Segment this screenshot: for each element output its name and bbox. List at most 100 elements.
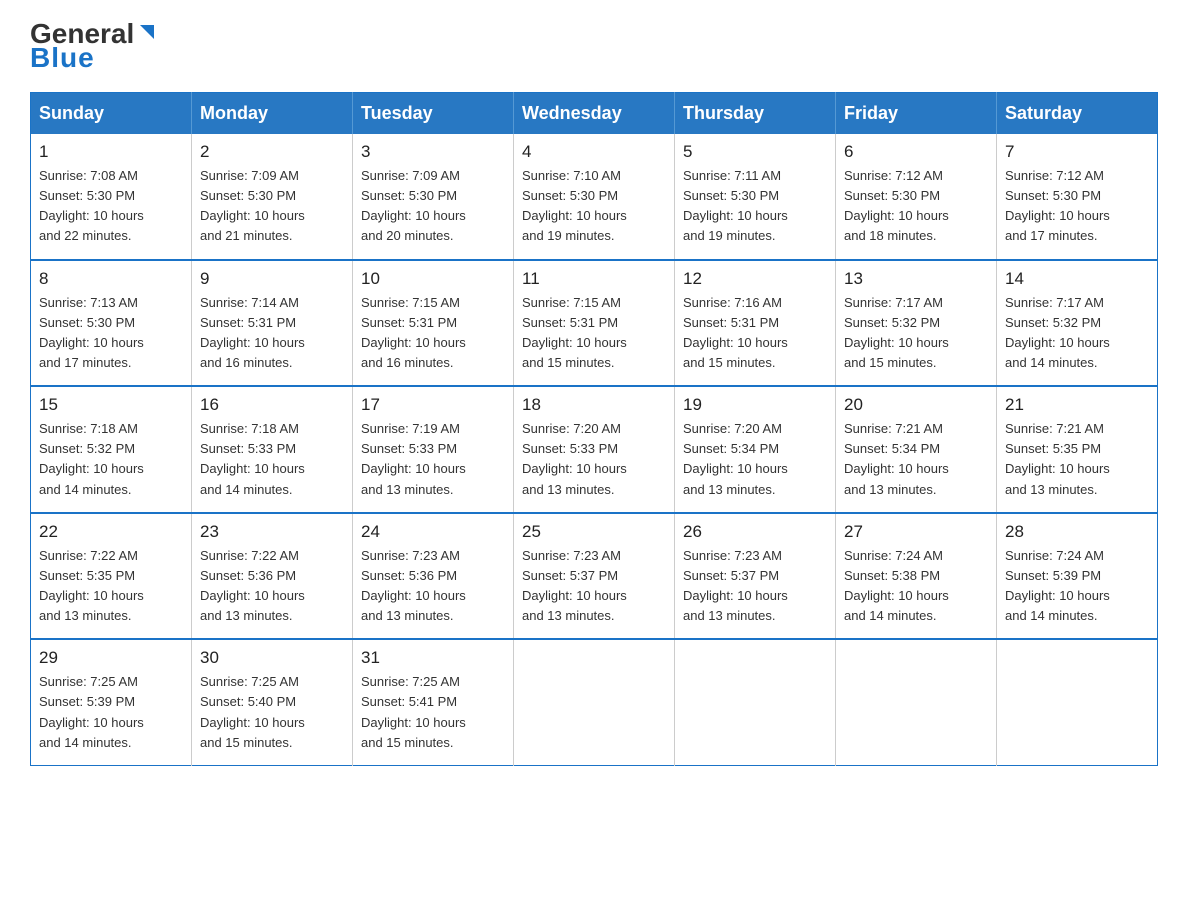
calendar-cell: 15 Sunrise: 7:18 AMSunset: 5:32 PMDayligh… xyxy=(31,386,192,513)
day-info: Sunrise: 7:09 AMSunset: 5:30 PMDaylight:… xyxy=(200,166,344,247)
day-number: 1 xyxy=(39,142,183,162)
day-info: Sunrise: 7:23 AMSunset: 5:37 PMDaylight:… xyxy=(683,546,827,627)
calendar-cell: 11 Sunrise: 7:15 AMSunset: 5:31 PMDayligh… xyxy=(514,260,675,387)
day-number: 9 xyxy=(200,269,344,289)
calendar-cell: 23Sunrise: 7:22 AMSunset: 5:36 PMDayligh… xyxy=(192,513,353,640)
calendar-cell: 19 Sunrise: 7:20 AMSunset: 5:34 PMDayligh… xyxy=(675,386,836,513)
day-number: 13 xyxy=(844,269,988,289)
calendar-cell: 6Sunrise: 7:12 AMSunset: 5:30 PMDaylight… xyxy=(836,134,997,260)
calendar-cell: 7 Sunrise: 7:12 AMSunset: 5:30 PMDaylight… xyxy=(997,134,1158,260)
day-number: 21 xyxy=(1005,395,1149,415)
page-header: General Blue xyxy=(30,20,1158,74)
calendar-header-row: SundayMondayTuesdayWednesdayThursdayFrid… xyxy=(31,93,1158,135)
day-number: 27 xyxy=(844,522,988,542)
day-info: Sunrise: 7:08 AMSunset: 5:30 PMDaylight:… xyxy=(39,166,183,247)
day-info: Sunrise: 7:15 AMSunset: 5:31 PMDaylight:… xyxy=(522,293,666,374)
day-info: Sunrise: 7:13 AMSunset: 5:30 PMDaylight:… xyxy=(39,293,183,374)
day-number: 10 xyxy=(361,269,505,289)
calendar-cell: 3Sunrise: 7:09 AMSunset: 5:30 PMDaylight… xyxy=(353,134,514,260)
calendar-week-row: 1 Sunrise: 7:08 AMSunset: 5:30 PMDaylight… xyxy=(31,134,1158,260)
header-thursday: Thursday xyxy=(675,93,836,135)
calendar-week-row: 29 Sunrise: 7:25 AMSunset: 5:39 PMDayligh… xyxy=(31,639,1158,765)
calendar-cell: 28 Sunrise: 7:24 AMSunset: 5:39 PMDayligh… xyxy=(997,513,1158,640)
calendar-cell: 21 Sunrise: 7:21 AMSunset: 5:35 PMDayligh… xyxy=(997,386,1158,513)
day-number: 15 xyxy=(39,395,183,415)
day-number: 5 xyxy=(683,142,827,162)
day-number: 3 xyxy=(361,142,505,162)
calendar-cell xyxy=(836,639,997,765)
day-info: Sunrise: 7:11 AMSunset: 5:30 PMDaylight:… xyxy=(683,166,827,247)
day-info: Sunrise: 7:23 AMSunset: 5:37 PMDaylight:… xyxy=(522,546,666,627)
day-info: Sunrise: 7:25 AMSunset: 5:40 PMDaylight:… xyxy=(200,672,344,753)
day-number: 16 xyxy=(200,395,344,415)
calendar-cell: 22 Sunrise: 7:22 AMSunset: 5:35 PMDayligh… xyxy=(31,513,192,640)
day-number: 12 xyxy=(683,269,827,289)
day-number: 11 xyxy=(522,269,666,289)
calendar-cell xyxy=(675,639,836,765)
day-info: Sunrise: 7:14 AMSunset: 5:31 PMDaylight:… xyxy=(200,293,344,374)
day-info: Sunrise: 7:21 AMSunset: 5:34 PMDaylight:… xyxy=(844,419,988,500)
calendar-cell: 2 Sunrise: 7:09 AMSunset: 5:30 PMDaylight… xyxy=(192,134,353,260)
day-number: 4 xyxy=(522,142,666,162)
day-info: Sunrise: 7:18 AMSunset: 5:32 PMDaylight:… xyxy=(39,419,183,500)
day-info: Sunrise: 7:19 AMSunset: 5:33 PMDaylight:… xyxy=(361,419,505,500)
calendar-cell: 13 Sunrise: 7:17 AMSunset: 5:32 PMDayligh… xyxy=(836,260,997,387)
calendar-cell: 26Sunrise: 7:23 AMSunset: 5:37 PMDayligh… xyxy=(675,513,836,640)
calendar-week-row: 8 Sunrise: 7:13 AMSunset: 5:30 PMDaylight… xyxy=(31,260,1158,387)
day-info: Sunrise: 7:12 AMSunset: 5:30 PMDaylight:… xyxy=(1005,166,1149,247)
day-number: 6 xyxy=(844,142,988,162)
calendar-cell: 8 Sunrise: 7:13 AMSunset: 5:30 PMDaylight… xyxy=(31,260,192,387)
day-number: 20 xyxy=(844,395,988,415)
calendar-week-row: 15 Sunrise: 7:18 AMSunset: 5:32 PMDayligh… xyxy=(31,386,1158,513)
day-number: 30 xyxy=(200,648,344,668)
day-number: 28 xyxy=(1005,522,1149,542)
day-info: Sunrise: 7:18 AMSunset: 5:33 PMDaylight:… xyxy=(200,419,344,500)
logo-triangle-icon xyxy=(136,21,158,43)
logo: General Blue xyxy=(30,20,158,74)
calendar-cell: 1 Sunrise: 7:08 AMSunset: 5:30 PMDaylight… xyxy=(31,134,192,260)
calendar-cell: 18Sunrise: 7:20 AMSunset: 5:33 PMDayligh… xyxy=(514,386,675,513)
day-info: Sunrise: 7:21 AMSunset: 5:35 PMDaylight:… xyxy=(1005,419,1149,500)
day-info: Sunrise: 7:15 AMSunset: 5:31 PMDaylight:… xyxy=(361,293,505,374)
day-number: 7 xyxy=(1005,142,1149,162)
day-info: Sunrise: 7:24 AMSunset: 5:38 PMDaylight:… xyxy=(844,546,988,627)
header-tuesday: Tuesday xyxy=(353,93,514,135)
day-number: 24 xyxy=(361,522,505,542)
day-number: 19 xyxy=(683,395,827,415)
day-number: 8 xyxy=(39,269,183,289)
calendar-cell: 14 Sunrise: 7:17 AMSunset: 5:32 PMDayligh… xyxy=(997,260,1158,387)
calendar-cell: 5 Sunrise: 7:11 AMSunset: 5:30 PMDaylight… xyxy=(675,134,836,260)
calendar-cell: 4Sunrise: 7:10 AMSunset: 5:30 PMDaylight… xyxy=(514,134,675,260)
calendar-cell: 25 Sunrise: 7:23 AMSunset: 5:37 PMDayligh… xyxy=(514,513,675,640)
day-number: 29 xyxy=(39,648,183,668)
day-info: Sunrise: 7:17 AMSunset: 5:32 PMDaylight:… xyxy=(1005,293,1149,374)
calendar-cell: 24 Sunrise: 7:23 AMSunset: 5:36 PMDayligh… xyxy=(353,513,514,640)
calendar-cell: 9 Sunrise: 7:14 AMSunset: 5:31 PMDaylight… xyxy=(192,260,353,387)
calendar-cell xyxy=(997,639,1158,765)
day-info: Sunrise: 7:23 AMSunset: 5:36 PMDaylight:… xyxy=(361,546,505,627)
logo-blue: Blue xyxy=(30,42,95,74)
calendar-table: SundayMondayTuesdayWednesdayThursdayFrid… xyxy=(30,92,1158,766)
day-number: 22 xyxy=(39,522,183,542)
calendar-cell: 16 Sunrise: 7:18 AMSunset: 5:33 PMDayligh… xyxy=(192,386,353,513)
calendar-cell: 30 Sunrise: 7:25 AMSunset: 5:40 PMDayligh… xyxy=(192,639,353,765)
header-wednesday: Wednesday xyxy=(514,93,675,135)
calendar-cell xyxy=(514,639,675,765)
day-info: Sunrise: 7:20 AMSunset: 5:34 PMDaylight:… xyxy=(683,419,827,500)
day-number: 2 xyxy=(200,142,344,162)
day-info: Sunrise: 7:22 AMSunset: 5:35 PMDaylight:… xyxy=(39,546,183,627)
day-number: 14 xyxy=(1005,269,1149,289)
calendar-cell: 31 Sunrise: 7:25 AMSunset: 5:41 PMDayligh… xyxy=(353,639,514,765)
day-info: Sunrise: 7:25 AMSunset: 5:41 PMDaylight:… xyxy=(361,672,505,753)
day-info: Sunrise: 7:24 AMSunset: 5:39 PMDaylight:… xyxy=(1005,546,1149,627)
calendar-week-row: 22 Sunrise: 7:22 AMSunset: 5:35 PMDayligh… xyxy=(31,513,1158,640)
day-number: 23 xyxy=(200,522,344,542)
day-info: Sunrise: 7:17 AMSunset: 5:32 PMDaylight:… xyxy=(844,293,988,374)
header-sunday: Sunday xyxy=(31,93,192,135)
day-info: Sunrise: 7:25 AMSunset: 5:39 PMDaylight:… xyxy=(39,672,183,753)
day-number: 31 xyxy=(361,648,505,668)
header-monday: Monday xyxy=(192,93,353,135)
day-info: Sunrise: 7:16 AMSunset: 5:31 PMDaylight:… xyxy=(683,293,827,374)
day-number: 17 xyxy=(361,395,505,415)
day-number: 25 xyxy=(522,522,666,542)
